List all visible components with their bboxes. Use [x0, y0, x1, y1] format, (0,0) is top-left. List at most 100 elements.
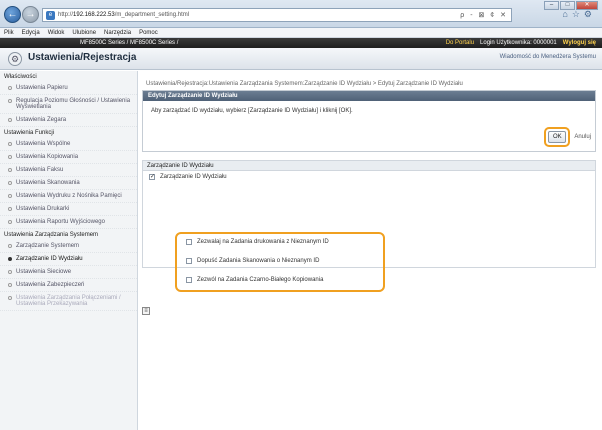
- sidebar-item[interactable]: Ustawienia Wspólne: [0, 138, 137, 151]
- edit-panel-title: Edytuj Zarządzanie ID Wydziału: [143, 91, 595, 101]
- url-prefix: http://: [58, 12, 74, 18]
- sidebar-item-label: Ustawienia Skanowania: [16, 180, 80, 186]
- bullet-icon: [8, 142, 12, 146]
- option-row: Zezwalaj na Zadania drukowania z Nieznan…: [186, 239, 329, 245]
- main-option-row: ✓ Zarządzanie ID Wydziału: [143, 171, 595, 183]
- breadcrumb: Ustawienia/Rejestracja:Ustawienia Zarząd…: [146, 81, 463, 87]
- bullet-icon: [8, 220, 12, 224]
- sidebar-item[interactable]: Ustawienia Zabezpieczeń: [0, 279, 137, 292]
- ok-highlight: OK: [544, 127, 571, 147]
- sidebar-item[interactable]: Ustawienia Raportu Wyjściowego: [0, 216, 137, 229]
- sidebar-item-label: Ustawienia Raportu Wyjściowego: [16, 219, 105, 225]
- ok-button[interactable]: OK: [548, 131, 567, 143]
- sidebar-item-label: Zarządzanie ID Wydziału: [16, 256, 83, 262]
- sidebar-section-title: Ustawienia Zarządzania Systemem: [4, 232, 99, 238]
- menu-help[interactable]: Pomoc: [139, 28, 158, 37]
- url-path: /m_department_setting.html: [114, 12, 190, 18]
- option-checkbox-scan[interactable]: [186, 258, 192, 264]
- menu-favorites[interactable]: Ulubione: [72, 28, 96, 37]
- bullet-icon: [8, 257, 12, 261]
- sidebar-item[interactable]: Ustawienia Zegara: [0, 114, 137, 127]
- menu-view[interactable]: Widok: [48, 28, 65, 37]
- bullet-icon: [8, 118, 12, 122]
- page-favicon-icon: e: [46, 10, 55, 20]
- instructions-text: Aby zarządzać ID wydziału, wybierz [Zarz…: [151, 108, 353, 114]
- user-login-label: Login Użytkownika: 0000001: [480, 40, 557, 46]
- logout-link[interactable]: Wyloguj się: [563, 38, 596, 48]
- sidebar-item-label: Ustawienia Papieru: [16, 85, 68, 91]
- page-header: ⚙ Ustawienia/Rejestracja Wiadomość do Me…: [0, 48, 602, 70]
- bullet-icon: [8, 194, 12, 198]
- option-checkbox-print[interactable]: [186, 239, 192, 245]
- menu-file[interactable]: Plik: [4, 28, 14, 37]
- sidebar-item[interactable]: Regulacja Poziomu Głośności / Ustawienia…: [0, 95, 137, 114]
- sidebar-item-label: Ustawienia Zabezpieczeń: [16, 282, 85, 288]
- sidebar-item-label: Ustawienia Wydruku z Nośnika Pamięci: [16, 193, 122, 199]
- device-model: MF8500C Series / MF8500C Series /: [80, 40, 179, 46]
- back-arrow-icon[interactable]: ←: [4, 6, 21, 23]
- page-title: Ustawienia/Rejestracja: [28, 52, 137, 63]
- sidebar-item-label: Regulacja Poziomu Głośności / Ustawienia…: [16, 98, 131, 110]
- sidebar-item[interactable]: Ustawienia Faksu: [0, 164, 137, 177]
- main-option-checkbox[interactable]: ✓: [149, 174, 155, 180]
- option-label: Dopuść Zadania Skanowania o Nieznanym ID: [197, 258, 320, 264]
- bullet-icon: [8, 99, 12, 103]
- browser-toolbar: – □ ✕ ← → e http://192.168.222.53/m_depa…: [0, 0, 602, 28]
- portal-link[interactable]: Do Portalu: [446, 38, 474, 48]
- bullet-icon: [8, 270, 12, 274]
- mail-admin-link[interactable]: Wiadomość do Menedżera Systemu: [500, 54, 596, 60]
- address-bar[interactable]: e http://192.168.222.53/m_department_set…: [42, 8, 512, 22]
- sidebar-section-title: Ustawienia Funkcji: [4, 130, 55, 136]
- bullet-icon: [8, 244, 12, 248]
- sidebar-item[interactable]: Zarządzanie Systemem: [0, 240, 137, 253]
- sidebar-section-title: Właściwości: [4, 74, 37, 80]
- sidebar-item[interactable]: Ustawienia Kopiowania: [0, 151, 137, 164]
- option-row: Zezwól na Zadania Czarno-Białego Kopiowa…: [186, 277, 323, 283]
- sidebar-item-label: Ustawienia Wspólne: [16, 141, 71, 147]
- address-url: http://192.168.222.53/m_department_setti…: [58, 12, 189, 18]
- collapse-icon[interactable]: ≡: [142, 307, 150, 315]
- menu-bar: Plik Edycja Widok Ulubione Narzędzia Pom…: [0, 28, 602, 38]
- sidebar-item[interactable]: Ustawienia Skanowania: [0, 177, 137, 190]
- home-icon[interactable]: ⌂: [562, 9, 571, 19]
- bullet-icon: [8, 168, 12, 172]
- sidebar: Właściwości Ustawienia Papieru Regulacja P…: [0, 71, 138, 430]
- sidebar-item[interactable]: Ustawienia Wydruku z Nośnika Pamięci: [0, 190, 137, 203]
- toolbar-icons: ⌂☆⚙: [562, 9, 596, 20]
- device-header: MF8500C Series / MF8500C Series / Do Por…: [0, 38, 602, 48]
- bullet-icon: [8, 155, 12, 159]
- option-label: Zezwól na Zadania Czarno-Białego Kopiowa…: [197, 277, 324, 283]
- sidebar-item[interactable]: Ustawienia Sieciowe: [0, 266, 137, 279]
- sidebar-item[interactable]: Ustawienia Papieru: [0, 82, 137, 95]
- bullet-icon: [8, 283, 12, 287]
- main-option-label: Zarządzanie ID Wydziału: [160, 174, 227, 180]
- bullet-icon: [8, 207, 12, 211]
- option-checkbox-copy[interactable]: [186, 277, 192, 283]
- cancel-button[interactable]: Anuluj: [574, 134, 591, 140]
- url-host: 192.168.222.53: [73, 12, 115, 18]
- sidebar-item-label: Ustawienia Zegara: [16, 117, 67, 123]
- sidebar-item-label: Ustawienia Kopiowania: [16, 154, 79, 160]
- forward-arrow-icon[interactable]: →: [22, 6, 39, 23]
- favorites-icon[interactable]: ☆: [572, 9, 584, 19]
- sidebar-item: Ustawienia Zarządzania Połączeniami / Us…: [0, 292, 137, 311]
- bullet-icon: [8, 296, 12, 300]
- edit-panel: Edytuj Zarządzanie ID Wydziału Aby zarzą…: [142, 90, 596, 152]
- sidebar-item-label: Ustawienia Drukarki: [16, 206, 70, 212]
- sidebar-item[interactable]: Ustawienia Drukarki: [0, 203, 137, 216]
- minimize-icon[interactable]: –: [544, 1, 559, 10]
- settings-icon: ⚙: [8, 52, 22, 66]
- menu-edit[interactable]: Edycja: [22, 28, 40, 37]
- option-label: Zezwalaj na Zadania drukowania z Nieznan…: [197, 239, 329, 245]
- sidebar-item[interactable]: Zarządzanie ID Wydziału: [0, 253, 137, 266]
- settings-section-title: Zarządzanie ID Wydziału: [143, 161, 595, 171]
- menu-tools[interactable]: Narzędzia: [104, 28, 131, 37]
- sidebar-item-label: Ustawienia Faksu: [16, 167, 64, 173]
- sidebar-item-label: Zarządzanie Systemem: [16, 243, 80, 249]
- gear-icon[interactable]: ⚙: [584, 9, 596, 19]
- bullet-icon: [8, 86, 12, 90]
- sidebar-item-label: Ustawienia Zarządzania Połączeniami / Us…: [16, 295, 121, 307]
- address-controls[interactable]: ρ - ⊠ ¢ ✕: [460, 11, 508, 19]
- sidebar-item-label: Ustawienia Sieciowe: [16, 269, 72, 275]
- edit-panel-body: Aby zarządzać ID wydziału, wybierz [Zarz…: [143, 101, 595, 151]
